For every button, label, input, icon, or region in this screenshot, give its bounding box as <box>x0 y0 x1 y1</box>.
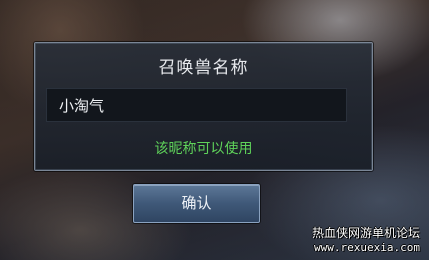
watermark-title: 热血侠网游单机论坛 <box>311 226 420 240</box>
pet-name-dialog: 召唤兽名称 该昵称可以使用 <box>34 42 373 171</box>
dialog-title: 召唤兽名称 <box>158 58 249 78</box>
name-status-text: 该昵称可以使用 <box>154 141 253 157</box>
watermark-url: www.rexuexia.com <box>314 241 420 254</box>
confirm-button[interactable]: 确认 <box>133 184 260 223</box>
pet-name-input[interactable] <box>46 88 347 122</box>
site-watermark: 热血侠网游单机论坛 www.rexuexia.com <box>312 226 420 254</box>
